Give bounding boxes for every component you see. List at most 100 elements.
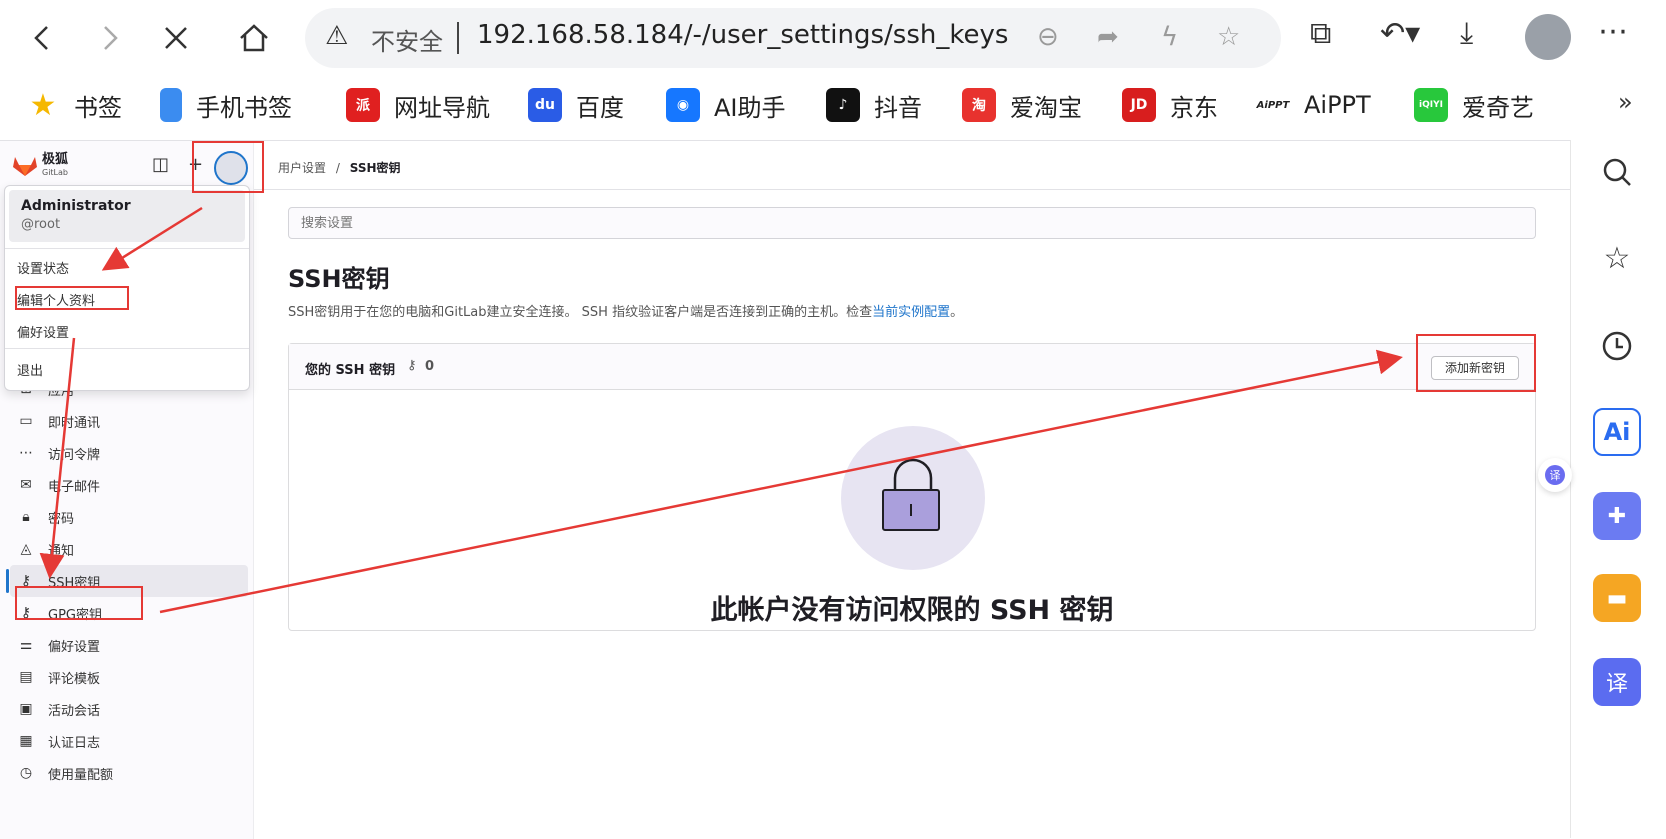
- bookmark-item[interactable]: iQIYI 爱奇艺: [1414, 86, 1534, 124]
- comment-template-icon: ▤: [19, 669, 33, 685]
- undo-menu-icon[interactable]: ↶▾: [1380, 16, 1420, 51]
- profile-avatar[interactable]: [1525, 14, 1571, 60]
- breadcrumb-separator: /: [335, 161, 340, 175]
- instance-config-link[interactable]: 当前实例配置: [872, 305, 950, 320]
- log-icon: ▦: [19, 733, 33, 749]
- share-icon[interactable]: ➦: [1097, 22, 1119, 52]
- more-bookmarks-icon[interactable]: »: [1618, 88, 1633, 116]
- description-end: 。: [950, 305, 964, 320]
- forward-button[interactable]: [86, 14, 134, 62]
- search-icon[interactable]: [1593, 148, 1641, 196]
- sidebar-item-tokens[interactable]: ⋯ 访问令牌: [10, 437, 248, 469]
- annotation-box-add-key: [1416, 334, 1536, 392]
- bookmark-item[interactable]: du 百度: [528, 86, 624, 124]
- key-count: 0: [425, 359, 435, 374]
- warning-icon[interactable]: ⚠: [325, 21, 348, 51]
- bookmark-item[interactable]: 淘 爱淘宝: [962, 86, 1082, 124]
- jd-icon: JD: [1122, 88, 1156, 122]
- sidebar-item-comment-templates[interactable]: ▤ 评论模板: [10, 661, 248, 693]
- bookmark-label: 手机书签: [196, 93, 292, 122]
- divider: [5, 248, 249, 249]
- translate-icon[interactable]: 译: [1593, 658, 1641, 706]
- bookmark-item[interactable]: ◉ AI助手: [666, 86, 786, 124]
- sidebar-item-password[interactable]: 🔒︎ 密码: [10, 501, 248, 533]
- dropdown-user-info[interactable]: Administrator @root: [9, 190, 245, 242]
- page-description: SSH密钥用于在您的电脑和GitLab建立安全连接。 SSH 指纹验证客户端是否…: [288, 301, 963, 320]
- extensions-icon[interactable]: ⧉: [1310, 16, 1331, 51]
- sidebar-item-notifications[interactable]: ◬ 通知: [10, 533, 248, 565]
- breadcrumb: 用户设置 / SSH密钥: [278, 159, 401, 176]
- bookmarks-bar: ★ 书签 手机书签 派 网址导航 du 百度 ◉ AI助手 ♪ 抖音 淘 爱淘宝…: [0, 76, 1666, 136]
- search-settings-input[interactable]: [288, 207, 1536, 239]
- breadcrumb-current[interactable]: SSH密钥: [350, 161, 401, 175]
- bookmark-label: 京东: [1170, 93, 1218, 122]
- address-separator: [457, 22, 459, 54]
- ai-icon[interactable]: Ai: [1593, 408, 1641, 456]
- translate-icon: 译: [1545, 465, 1565, 485]
- bookmark-label: 抖音: [874, 93, 922, 122]
- address-bar[interactable]: ⚠ 不安全 192.168.58.184/-/user_settings/ssh…: [305, 8, 1281, 68]
- gitlab-logo-icon[interactable]: [12, 155, 38, 177]
- phone-icon: [160, 88, 182, 122]
- back-button[interactable]: [18, 14, 66, 62]
- brand-name: 极狐: [42, 152, 69, 167]
- sidebar: 极狐 GitLab ◫ + ⊞应用 ▭即时通讯 ⋯访问令牌 ✉电子邮件 🔒︎密码…: [0, 141, 254, 839]
- favorites-icon[interactable]: ☆: [1593, 234, 1641, 282]
- bookmark-label: 爱淘宝: [1010, 93, 1082, 122]
- bookmark-label: 网址导航: [394, 93, 490, 122]
- bookmark-item[interactable]: ♪ 抖音: [826, 86, 922, 124]
- sign-out-item[interactable]: 退出: [17, 360, 43, 379]
- star-icon: ★: [29, 87, 57, 123]
- divider: [254, 189, 1570, 190]
- set-status-item[interactable]: 设置状态: [17, 258, 69, 277]
- sidebar-item-chat[interactable]: ▭ 即时通讯: [10, 405, 248, 437]
- bookmark-item[interactable]: 手机书签: [160, 86, 292, 124]
- sidebar-item-label: 使用量配额: [48, 767, 114, 783]
- aippt-icon: AiPPT: [1256, 99, 1290, 111]
- sidebar-item-label: 通知: [48, 543, 75, 559]
- translate-float-button[interactable]: 译: [1538, 458, 1572, 492]
- lightning-icon[interactable]: ϟ: [1161, 22, 1178, 52]
- sidebar-item-label: 密码: [48, 511, 75, 527]
- annotation-box-ssh-keys: [15, 586, 143, 620]
- sidebar-item-auth-log[interactable]: ▦ 认证日志: [10, 725, 248, 757]
- preferences-item[interactable]: 偏好设置: [17, 322, 69, 341]
- sidebar-item-email[interactable]: ✉ 电子邮件: [10, 469, 248, 501]
- sidebar-item-active-sessions[interactable]: ▣ 活动会话: [10, 693, 248, 725]
- iqiyi-icon: iQIYI: [1414, 88, 1448, 122]
- game-controller-icon[interactable]: ✚: [1593, 492, 1641, 540]
- favorite-star-icon[interactable]: ☆: [1217, 22, 1240, 52]
- user-handle: @root: [21, 217, 61, 232]
- nav-icon: 派: [346, 88, 380, 122]
- home-button[interactable]: [230, 14, 278, 62]
- page-title: SSH密钥: [288, 265, 390, 293]
- mail-icon: ✉: [20, 477, 32, 493]
- ai-assistant-icon: ◉: [666, 88, 700, 122]
- bookmark-item[interactable]: ★ 书签: [26, 86, 122, 124]
- browser-side-panel: ☆ Ai ✚ ▬ 译: [1570, 140, 1666, 838]
- toggle-sidebar-icon[interactable]: ◫: [152, 154, 169, 175]
- lock-icon: [882, 458, 940, 531]
- more-menu-icon[interactable]: ⋯: [1598, 14, 1628, 49]
- annotation-box-edit-profile: [15, 286, 129, 310]
- url-text[interactable]: 192.168.58.184/-/user_settings/ssh_keys: [477, 20, 1008, 50]
- sidebar-item-preferences[interactable]: ⚌ 偏好设置: [10, 629, 248, 661]
- insecure-label[interactable]: 不安全: [371, 22, 443, 57]
- bookmark-item[interactable]: JD 京东: [1122, 86, 1218, 124]
- description-text: SSH密钥用于在您的电脑和GitLab建立安全连接。 SSH 指纹验证客户端是否…: [288, 305, 873, 320]
- sidebar-item-usage-quotas[interactable]: ◷ 使用量配额: [10, 757, 248, 789]
- annotation-box-avatar: [192, 141, 264, 193]
- quota-icon: ◷: [19, 765, 33, 781]
- breadcrumb-parent[interactable]: 用户设置: [278, 161, 326, 175]
- toolbox-icon[interactable]: ▬: [1593, 574, 1641, 622]
- sidebar-item-label: 认证日志: [48, 735, 101, 751]
- stop-loading-button[interactable]: [152, 14, 200, 62]
- preferences-icon: ⚌: [19, 637, 33, 653]
- history-icon[interactable]: [1593, 322, 1641, 370]
- bookmark-item[interactable]: AiPPT AiPPT: [1256, 86, 1371, 124]
- zoom-out-icon[interactable]: ⊖: [1037, 22, 1059, 52]
- bookmark-item[interactable]: 派 网址导航: [346, 86, 490, 124]
- gitlab-page: 极狐 GitLab ◫ + ⊞应用 ▭即时通讯 ⋯访问令牌 ✉电子邮件 🔒︎密码…: [0, 140, 1570, 839]
- download-icon[interactable]: ⤓: [1460, 16, 1473, 51]
- bookmark-label: 百度: [576, 93, 624, 122]
